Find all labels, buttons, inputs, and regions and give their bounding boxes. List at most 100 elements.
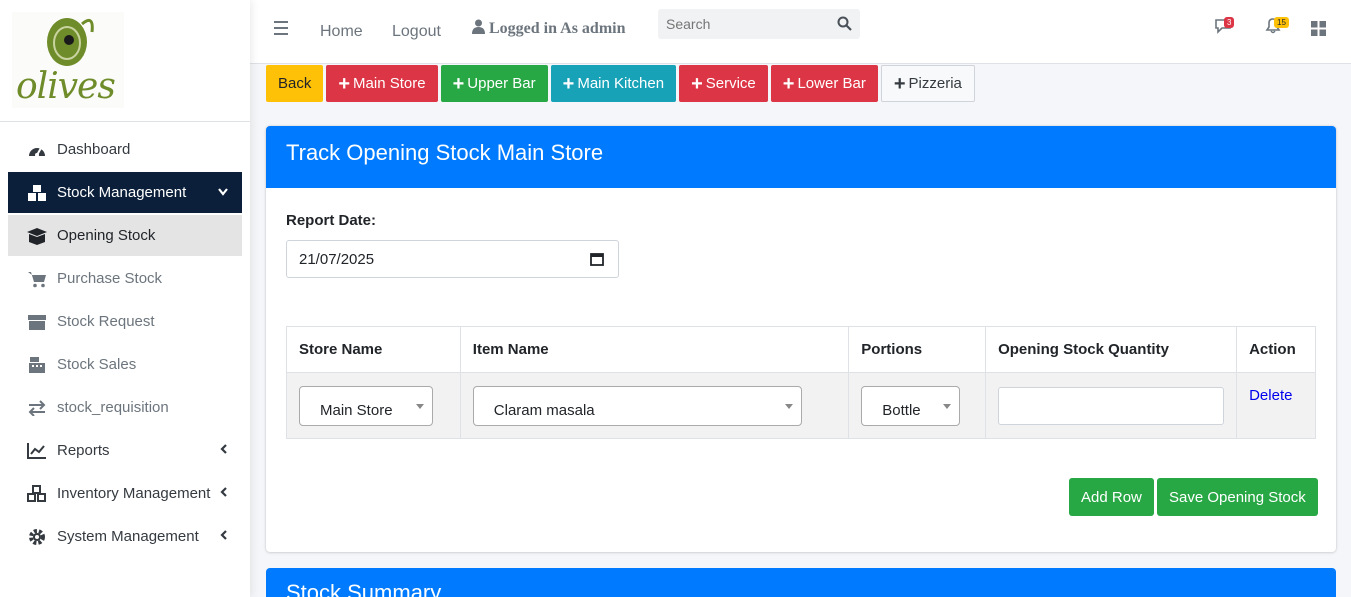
- portion-cell: Bottle: [848, 372, 987, 439]
- sidebar-item-stock-requisition[interactable]: stock_requisition: [8, 387, 242, 428]
- item-cell: Claram masala: [459, 372, 850, 439]
- table-row: Main Store Claram masala Bottle Delete: [286, 372, 1316, 439]
- save-opening-stock-button[interactable]: Save Opening Stock: [1157, 478, 1318, 516]
- sidebar-item-label: Stock Request: [57, 313, 155, 330]
- store-select[interactable]: Main Store: [299, 385, 433, 426]
- sidebar-item-reports[interactable]: Reports: [8, 430, 242, 471]
- brand: olives: [0, 0, 250, 122]
- calendar-icon[interactable]: [590, 252, 604, 270]
- chevron-left-icon: [220, 485, 228, 500]
- logo[interactable]: olives: [12, 12, 124, 108]
- stock-summary-card-title: Stock Summary: [266, 568, 1336, 597]
- action-cell: Delete: [1236, 372, 1316, 439]
- plus-icon: +: [691, 72, 703, 95]
- boxes-icon: [26, 183, 48, 203]
- user-icon: [472, 19, 485, 39]
- sidebar-item-stock-sales[interactable]: Stock Sales: [8, 344, 242, 385]
- main-kitchen-button[interactable]: + Main Kitchen: [550, 65, 677, 102]
- topbar: Home Logout Logged in As admin 3 15: [250, 0, 1351, 64]
- sidebar: olives Dashboard Stock Management Openin…: [0, 0, 250, 597]
- sidebar-item-label: System Management: [57, 528, 199, 545]
- portion-select-value: Bottle: [882, 401, 921, 419]
- sidebar-item-label: Stock Management: [57, 184, 187, 201]
- sidebar-item-label: Stock Sales: [57, 356, 137, 373]
- home-link[interactable]: Home: [320, 23, 363, 41]
- sidebar-item-stock-management[interactable]: Stock Management: [8, 172, 242, 213]
- cubes-icon: [26, 484, 48, 504]
- open-box-icon: [26, 226, 48, 246]
- plus-icon: +: [893, 72, 906, 95]
- upper-bar-label: Upper Bar: [467, 75, 536, 92]
- main-store-button[interactable]: + Main Store: [326, 65, 438, 102]
- sidebar-item-label: Inventory Management: [57, 485, 211, 502]
- upper-bar-button[interactable]: + Upper Bar: [440, 65, 548, 102]
- logo-text: olives: [16, 66, 116, 107]
- column-header: Action: [1236, 326, 1316, 373]
- column-header: Store Name: [286, 326, 461, 373]
- delete-link[interactable]: Delete: [1249, 387, 1292, 404]
- chevron-down-icon: [218, 184, 228, 199]
- sidebar-item-label: Opening Stock: [57, 227, 156, 244]
- opening-stock-table: Store Name Item Name Portions Opening St…: [286, 326, 1316, 439]
- dropdown-arrow-icon: [943, 403, 952, 409]
- line-chart-icon: [26, 441, 48, 461]
- back-button[interactable]: Back: [266, 65, 324, 102]
- item-select-value: Claram masala: [493, 401, 595, 419]
- column-header: Item Name: [459, 326, 850, 373]
- grid-apps-icon[interactable]: [1311, 21, 1326, 40]
- box-icon: [26, 312, 48, 332]
- sidebar-item-label: stock_requisition: [57, 399, 169, 416]
- chevron-left-icon: [220, 528, 228, 543]
- sidebar-item-inventory-management[interactable]: Inventory Management: [8, 473, 242, 514]
- logged-in-user: Logged in As admin: [472, 19, 625, 39]
- search-box: [658, 9, 860, 39]
- sidebar-item-label: Dashboard: [57, 141, 131, 158]
- dropdown-arrow-icon: [416, 403, 424, 409]
- notifications-badge: 15: [1274, 17, 1289, 28]
- quantity-cell: [985, 372, 1238, 439]
- item-select[interactable]: Claram masala: [472, 385, 802, 426]
- column-header: Portions: [848, 326, 987, 373]
- table-header-row: Store Name Item Name Portions Opening St…: [286, 326, 1316, 373]
- search-input[interactable]: [658, 9, 828, 39]
- sidebar-item-stock-request[interactable]: Stock Request: [8, 301, 242, 342]
- add-row-button[interactable]: Add Row: [1069, 478, 1154, 516]
- main-kitchen-label: Main Kitchen: [577, 75, 665, 92]
- hamburger-menu-icon[interactable]: [274, 21, 288, 39]
- sidebar-item-dashboard[interactable]: Dashboard: [8, 129, 242, 170]
- sidebar-item-system-management[interactable]: System Management: [8, 516, 242, 557]
- report-date-value: 21/07/2025: [299, 250, 375, 268]
- back-button-label: Back: [278, 75, 312, 92]
- service-button[interactable]: + Service: [679, 65, 768, 102]
- messages-badge: 3: [1224, 17, 1235, 28]
- plus-icon: +: [782, 72, 795, 95]
- gear-icon: [26, 527, 48, 547]
- sidebar-item-label: Reports: [57, 442, 110, 459]
- quantity-input[interactable]: [998, 386, 1225, 425]
- store-cell: Main Store: [286, 372, 461, 439]
- search-icon[interactable]: [837, 16, 852, 35]
- card-title: Track Opening Stock Main Store: [266, 126, 1336, 188]
- plus-icon: +: [452, 72, 465, 95]
- lower-bar-button[interactable]: + Lower Bar: [770, 65, 878, 102]
- plus-icon: +: [338, 72, 351, 95]
- sidebar-item-purchase-stock[interactable]: Purchase Stock: [8, 258, 242, 299]
- report-date-input[interactable]: 21/07/2025: [286, 240, 619, 278]
- messages-icon[interactable]: 3: [1214, 17, 1235, 38]
- cash-register-icon: [26, 355, 48, 375]
- tachometer-icon: [26, 140, 48, 160]
- exchange-icon: [26, 398, 48, 418]
- sidebar-nav: Dashboard Stock Management Opening Stock…: [8, 129, 242, 559]
- logged-in-text: Logged in As admin: [489, 20, 626, 37]
- store-button-bar: Back + Main Store + Upper Bar + Main Kit…: [266, 65, 978, 102]
- portion-select[interactable]: Bottle: [861, 385, 961, 426]
- service-label: Service: [705, 75, 756, 92]
- sidebar-item-label: Purchase Stock: [57, 270, 163, 287]
- pizzeria-button[interactable]: + Pizzeria: [880, 65, 975, 102]
- logout-link[interactable]: Logout: [392, 23, 441, 41]
- lower-bar-label: Lower Bar: [797, 75, 866, 92]
- report-date-label: Report Date:: [286, 212, 377, 229]
- sidebar-item-opening-stock[interactable]: Opening Stock: [8, 215, 242, 256]
- notifications-icon[interactable]: 15: [1264, 17, 1289, 38]
- cart-icon: [26, 269, 48, 289]
